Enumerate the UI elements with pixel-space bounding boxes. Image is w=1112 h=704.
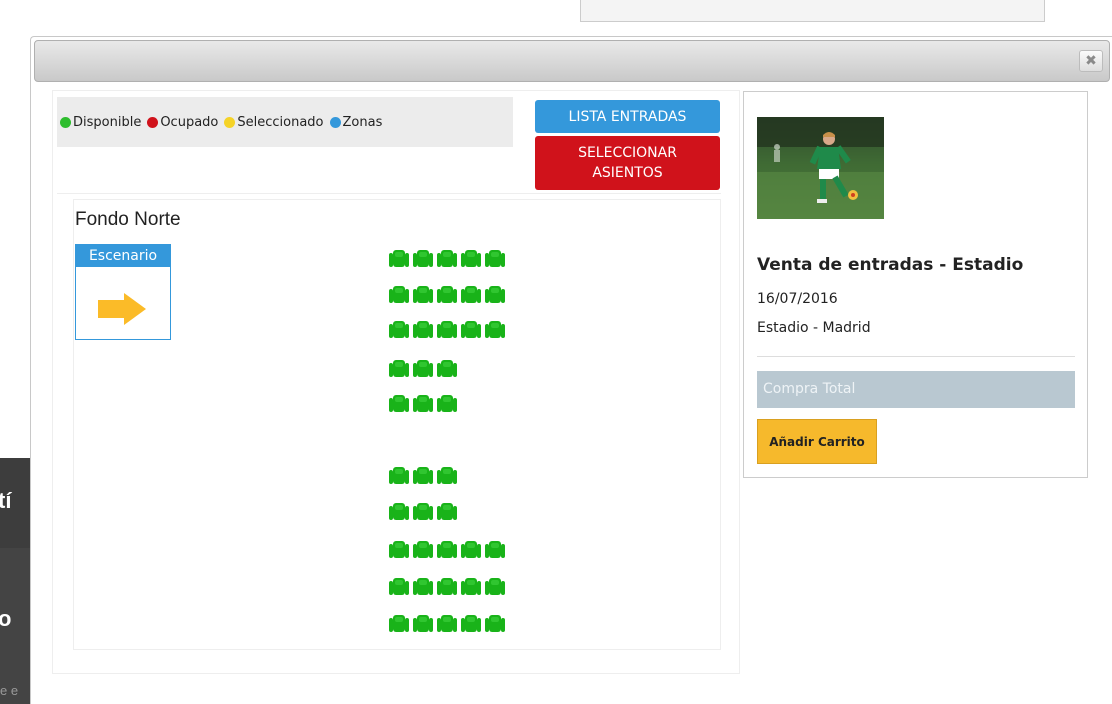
seat[interactable]	[389, 319, 409, 339]
total-purchase-bar: Compra Total	[757, 371, 1075, 408]
close-icon: ✖	[1085, 53, 1097, 69]
dot-icon	[329, 116, 341, 128]
seat[interactable]	[485, 284, 505, 304]
seat[interactable]	[485, 539, 505, 559]
divider	[757, 356, 1075, 357]
dot-icon	[60, 116, 71, 128]
seat[interactable]	[437, 248, 457, 268]
seat[interactable]	[413, 248, 433, 268]
seat[interactable]	[437, 501, 457, 521]
seat[interactable]	[389, 576, 409, 596]
seat[interactable]	[437, 576, 457, 596]
seat[interactable]	[413, 319, 433, 339]
close-button[interactable]: ✖	[1079, 50, 1103, 72]
seat[interactable]	[413, 576, 433, 596]
seat[interactable]	[461, 576, 481, 596]
legend-item-seleccionado: Seleccionado	[224, 114, 324, 130]
background-dark-block: o	[0, 548, 34, 704]
background-edge-text: tí	[0, 488, 12, 513]
event-date: 16/07/2016	[757, 291, 838, 307]
seat[interactable]	[413, 539, 433, 559]
legend-label: Ocupado	[160, 114, 219, 130]
seat[interactable]	[389, 501, 409, 521]
seat[interactable]	[413, 284, 433, 304]
seat[interactable]	[437, 393, 457, 413]
background-edge-text: e e	[0, 683, 19, 698]
seat[interactable]	[389, 465, 409, 485]
seat-legend: Disponible Ocupado Seleccionado Zonas	[57, 97, 513, 147]
seat[interactable]	[389, 284, 409, 304]
seat[interactable]	[413, 613, 433, 633]
legend-label: Zonas	[342, 114, 383, 130]
add-to-cart-button[interactable]: Añadir Carrito	[757, 419, 877, 464]
legend-item-ocupado: Ocupado	[147, 115, 218, 130]
seat[interactable]	[485, 576, 505, 596]
background-edge-text: o	[0, 606, 12, 631]
arrow-right-icon-head	[124, 293, 146, 325]
event-venue: Estadio - Madrid	[757, 320, 871, 336]
seat[interactable]	[485, 613, 505, 633]
background-dark-block: tí	[0, 458, 34, 548]
seat[interactable]	[461, 248, 481, 268]
seat[interactable]	[461, 319, 481, 339]
seat[interactable]	[413, 393, 433, 413]
seat[interactable]	[461, 613, 481, 633]
seat[interactable]	[437, 358, 457, 378]
legend-item-disponible: Disponible	[60, 115, 141, 130]
legend-label: Seleccionado	[237, 114, 324, 130]
event-title: Venta de entradas - Estadio	[757, 255, 1024, 275]
seat[interactable]	[437, 284, 457, 304]
seat[interactable]	[389, 358, 409, 378]
seleccionar-asientos-label: SELECCIONAR ASIENTOS	[578, 145, 677, 181]
seat[interactable]	[437, 613, 457, 633]
seat[interactable]	[389, 248, 409, 268]
arrow-right-icon	[98, 300, 126, 318]
legend-item-zonas: Zonas	[329, 114, 383, 130]
seat[interactable]	[413, 465, 433, 485]
soccer-player-photo	[757, 117, 884, 219]
seat[interactable]	[437, 465, 457, 485]
stage-label: Escenario	[76, 245, 170, 267]
dot-icon	[147, 116, 159, 128]
seat[interactable]	[437, 539, 457, 559]
seat[interactable]	[437, 319, 457, 339]
modal-header: ✖	[34, 40, 1110, 82]
seat[interactable]	[461, 284, 481, 304]
background-search-bar	[580, 0, 1045, 22]
zone-title: Fondo Norte	[75, 209, 181, 230]
seat[interactable]	[389, 393, 409, 413]
lista-entradas-button[interactable]: LISTA ENTRADAS	[535, 100, 720, 133]
seat[interactable]	[413, 358, 433, 378]
divider	[57, 193, 721, 194]
legend-label: Disponible	[73, 114, 142, 130]
seleccionar-asientos-button[interactable]: SELECCIONAR ASIENTOS	[535, 136, 720, 190]
seat[interactable]	[389, 613, 409, 633]
seat[interactable]	[485, 319, 505, 339]
seat[interactable]	[461, 539, 481, 559]
dot-icon	[224, 116, 236, 128]
seat[interactable]	[389, 539, 409, 559]
stage-zone[interactable]: Escenario	[75, 244, 171, 340]
seat[interactable]	[413, 501, 433, 521]
seat[interactable]	[485, 248, 505, 268]
